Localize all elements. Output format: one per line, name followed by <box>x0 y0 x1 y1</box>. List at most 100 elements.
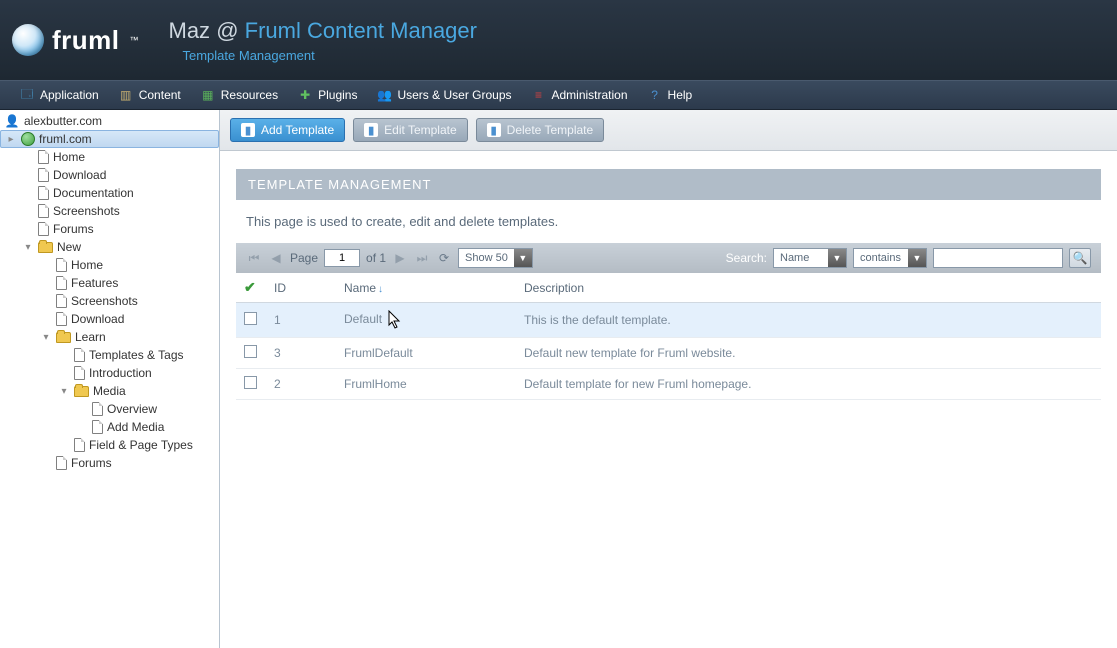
tree-item-label: Features <box>71 276 118 290</box>
tree-item-label: Home <box>71 258 103 272</box>
tree-item-label: Download <box>71 312 124 326</box>
menubar: 🗔Application▥Content▦Resources✚Plugins👥U… <box>0 80 1117 110</box>
tree-item-download[interactable]: Download <box>0 310 219 328</box>
panel: TEMPLATE MANAGEMENT This page is used to… <box>236 169 1101 400</box>
add-template-button[interactable]: ▮ Add Template <box>230 118 345 142</box>
menu-content[interactable]: ▥Content <box>109 81 191 109</box>
content-icon: ▥ <box>119 88 133 102</box>
tree-item-learn[interactable]: ▾ Learn <box>0 328 219 346</box>
menu-plugins[interactable]: ✚Plugins <box>288 81 367 109</box>
header-user: Maz <box>169 18 211 43</box>
tree-item-forums[interactable]: Forums <box>0 220 219 238</box>
collapse-icon[interactable]: ▾ <box>58 383 70 399</box>
expand-icon[interactable]: ▸ <box>5 131 17 147</box>
tree-item-label: alexbutter.com <box>24 114 102 128</box>
tree-item-label: fruml.com <box>39 132 92 146</box>
chevron-down-icon: ▼ <box>514 249 532 267</box>
search-op-select[interactable]: contains ▼ <box>853 248 927 268</box>
tree-item-label: Field & Page Types <box>89 438 193 452</box>
grid-toolbar: ⏮ ◀ Page of 1 ▶ ⏭ ⟳ Show 50 ▼ Search: Na… <box>236 243 1101 273</box>
users-icon: 👥 <box>377 88 391 102</box>
folder-icon <box>56 332 71 343</box>
tree-item-download[interactable]: Download <box>0 166 219 184</box>
cell-name: FrumlDefault <box>336 338 516 369</box>
tree-item-label: Documentation <box>53 186 134 200</box>
tree-item-media[interactable]: ▾ Media <box>0 382 219 400</box>
page-size-select[interactable]: Show 50 ▼ <box>458 248 533 268</box>
administration-icon: ≡ <box>532 88 546 102</box>
resources-icon: ▦ <box>201 88 215 102</box>
last-page-icon[interactable]: ⏭ <box>414 250 430 266</box>
table-row[interactable]: 2 FrumlHome Default template for new Fru… <box>236 369 1101 400</box>
trademark-icon: ™ <box>130 35 139 45</box>
add-icon: ▮ <box>241 123 255 137</box>
tree-item-label: Download <box>53 168 106 182</box>
page-icon <box>56 276 67 290</box>
menu-administration[interactable]: ≡Administration <box>522 81 638 109</box>
chevron-down-icon: ▼ <box>908 249 926 267</box>
search-field-select[interactable]: Name ▼ <box>773 248 847 268</box>
tree-item-screenshots[interactable]: Screenshots <box>0 202 219 220</box>
tree-item-alexbutter-com[interactable]: 👤alexbutter.com <box>0 112 219 130</box>
tree-item-label: Media <box>93 384 126 398</box>
tree-item-label: Templates & Tags <box>89 348 184 362</box>
row-checkbox[interactable] <box>244 345 257 358</box>
table-row[interactable]: 1 Default This is the default template. <box>236 303 1101 338</box>
edit-template-button[interactable]: ▮ Edit Template <box>353 118 468 142</box>
tree-item-introduction[interactable]: Introduction <box>0 364 219 382</box>
row-checkbox[interactable] <box>244 376 257 389</box>
collapse-icon[interactable]: ▾ <box>22 239 34 255</box>
page-icon <box>56 456 67 470</box>
tree-item-fruml-com[interactable]: ▸ fruml.com <box>0 130 219 148</box>
cell-name: Default <box>336 303 516 338</box>
cell-id: 1 <box>266 303 336 338</box>
tree-item-home[interactable]: Home <box>0 148 219 166</box>
table-row[interactable]: 3 FrumlDefault Default new template for … <box>236 338 1101 369</box>
tree-item-templates-tags[interactable]: Templates & Tags <box>0 346 219 364</box>
menu-help[interactable]: ?Help <box>638 81 703 109</box>
tree-item-new[interactable]: ▾ New <box>0 238 219 256</box>
tree-item-forums[interactable]: Forums <box>0 454 219 472</box>
tree-item-label: New <box>57 240 81 254</box>
menu-application[interactable]: 🗔Application <box>10 81 109 109</box>
page-icon <box>92 402 103 416</box>
search-input[interactable] <box>933 248 1063 268</box>
col-name[interactable]: Name↓ <box>336 273 516 303</box>
tree-item-add-media[interactable]: Add Media <box>0 418 219 436</box>
first-page-icon[interactable]: ⏮ <box>246 250 262 266</box>
prev-page-icon[interactable]: ◀ <box>268 250 284 266</box>
tree-item-screenshots[interactable]: Screenshots <box>0 292 219 310</box>
search-button[interactable]: 🔍 <box>1069 248 1091 268</box>
refresh-icon[interactable]: ⟳ <box>436 250 452 266</box>
page-icon <box>56 258 67 272</box>
tree-item-label: Overview <box>107 402 157 416</box>
select-all-checkbox[interactable]: ✔ <box>244 279 256 295</box>
page-icon <box>56 294 67 308</box>
tree-item-home[interactable]: Home <box>0 256 219 274</box>
help-icon: ? <box>648 88 662 102</box>
search-label: Search: <box>726 251 767 265</box>
col-description[interactable]: Description <box>516 273 1101 303</box>
next-page-icon[interactable]: ▶ <box>392 250 408 266</box>
cell-id: 2 <box>266 369 336 400</box>
delete-template-button[interactable]: ▮ Delete Template <box>476 118 605 142</box>
tree-item-features[interactable]: Features <box>0 274 219 292</box>
tree-item-overview[interactable]: Overview <box>0 400 219 418</box>
tree-item-field-page-types[interactable]: Field & Page Types <box>0 436 219 454</box>
menu-resources[interactable]: ▦Resources <box>191 81 288 109</box>
panel-description: This page is used to create, edit and de… <box>236 200 1101 243</box>
tree-item-label: Add Media <box>107 420 164 434</box>
page-input[interactable] <box>324 249 360 267</box>
collapse-icon[interactable]: ▾ <box>40 329 52 345</box>
cell-id: 3 <box>266 338 336 369</box>
chevron-down-icon: ▼ <box>828 249 846 267</box>
tree-item-label: Home <box>53 150 85 164</box>
tree-item-label: Learn <box>75 330 106 344</box>
page-icon <box>38 186 49 200</box>
col-id[interactable]: ID <box>266 273 336 303</box>
page-icon <box>56 312 67 326</box>
row-checkbox[interactable] <box>244 312 257 325</box>
application-icon: 🗔 <box>20 88 34 102</box>
tree-item-documentation[interactable]: Documentation <box>0 184 219 202</box>
menu-users[interactable]: 👥Users & User Groups <box>367 81 521 109</box>
